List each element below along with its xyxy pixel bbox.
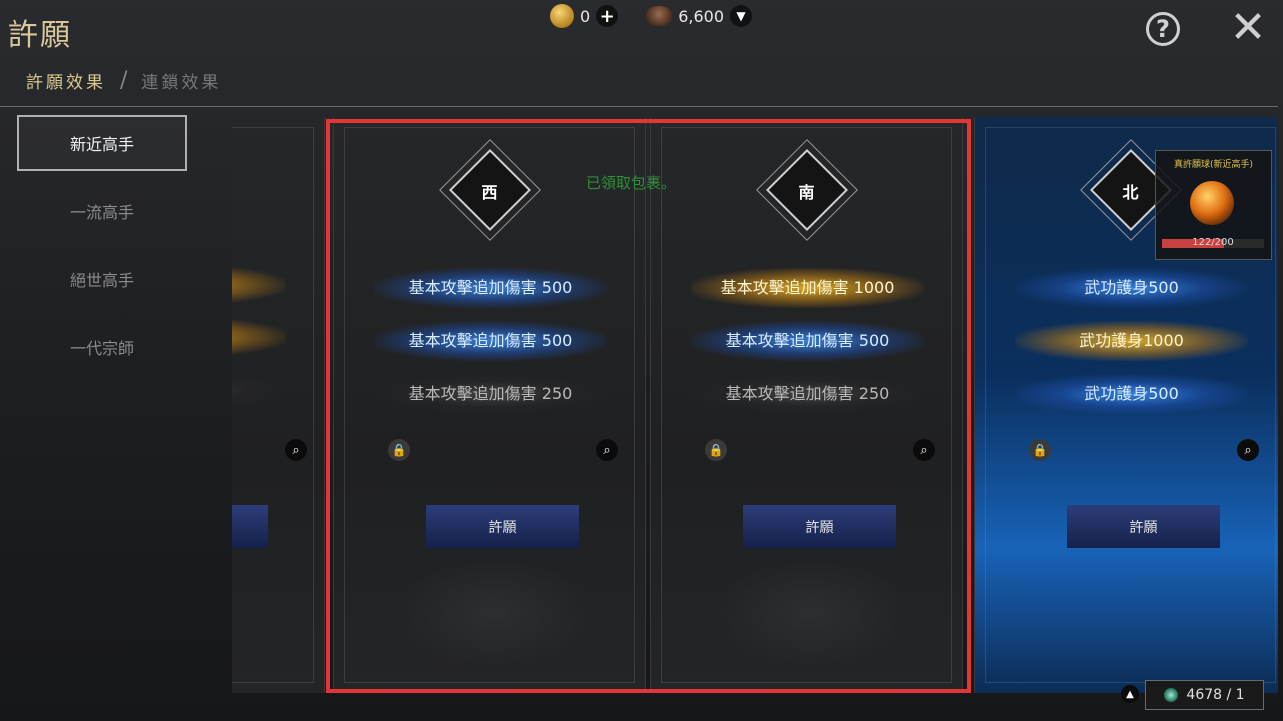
lock-icon[interactable]: 🔒 [1029,439,1051,461]
zoom-icon[interactable]: ⌕ [1237,439,1259,461]
wish-orb-icon [1190,181,1234,225]
sidebar-item-newcomer[interactable]: 新近高手 [17,115,187,171]
sidebar-item-peerless[interactable]: 絕世高手 [17,251,187,307]
reward-title: 真許願球(新近高手) [1173,160,1254,170]
effect-glow [232,370,286,410]
currency-bar: 0 + 6,600 ▼ [550,4,752,28]
help-button[interactable]: ? [1146,12,1180,46]
tab-wish-effects[interactable]: 許願效果 [26,68,106,93]
effect-line: 武功護身500 [1015,268,1248,308]
wish-card-partial: ⌕ 許願 [232,117,325,693]
sidebar-item-first-class[interactable]: 一流高手 [17,183,187,239]
tab-chain-effects[interactable]: 連鎖效果 [141,68,221,93]
effect-glow [232,317,286,357]
ore-dropdown-button[interactable]: ▼ [730,5,752,27]
wish-button[interactable]: 許願 [232,505,268,548]
effect-line: 武功護身1000 [1015,321,1248,361]
effect-line: 武功護身500 [1015,374,1248,414]
currency-footer: 4678 / 1 [1145,680,1264,710]
footer-value: 4678 / 1 [1186,687,1245,703]
sidebar: 新近高手 一流高手 絕世高手 一代宗師 [17,115,187,387]
sidebar-item-grandmaster[interactable]: 一代宗師 [17,319,187,375]
expand-up-button[interactable]: ▲ [1121,685,1139,703]
highlight-box [326,119,971,693]
subnav-separator: / [120,68,128,93]
gold-coin-icon [550,4,574,28]
zoom-icon[interactable]: ⌕ [285,439,307,461]
effect-glow [232,265,286,305]
coin-value: 0 [580,6,591,26]
header-divider [0,106,1278,107]
close-button[interactable]: ✕ [1228,6,1268,50]
subnav: 許願效果 / 連鎖效果 [26,68,221,93]
ore-value: 6,600 [678,6,724,26]
add-coin-button[interactable]: + [596,5,619,27]
reward-panel[interactable]: 真許願球(新近高手) 122/200 [1155,150,1272,260]
page-title: 許願 [8,18,72,53]
reward-progress-text: 122/200 [1192,237,1234,248]
wish-button[interactable]: 許願 [1067,505,1220,548]
jade-icon [1164,688,1179,702]
ore-icon [646,6,673,26]
reward-progress-bar: 122/200 [1162,237,1264,248]
